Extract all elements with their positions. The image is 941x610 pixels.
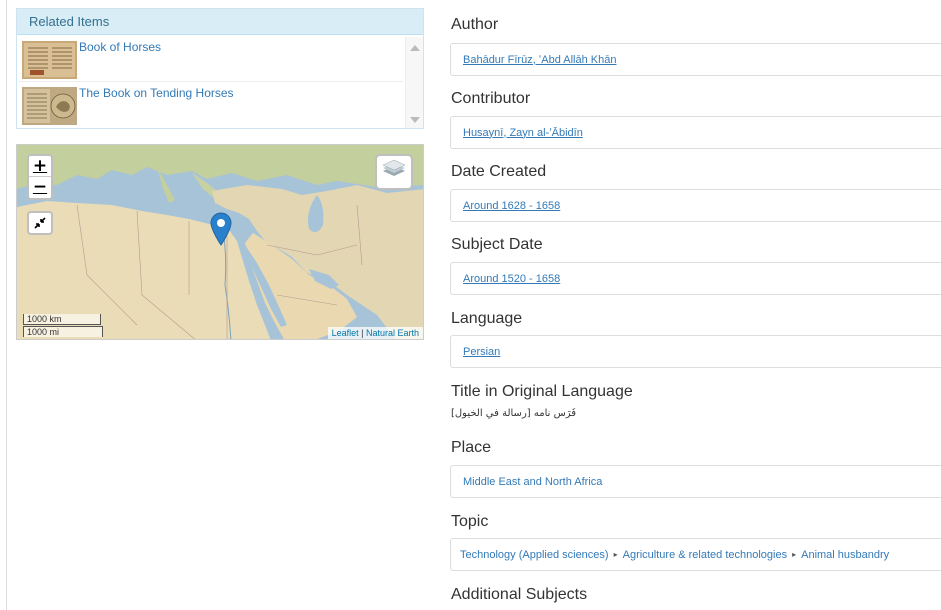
title-original-label: Title in Original Language bbox=[451, 383, 633, 400]
place-link[interactable]: Middle East and North Africa bbox=[463, 476, 602, 488]
date-created-link[interactable]: Around 1628 - 1658 bbox=[463, 200, 560, 212]
topic-link[interactable]: Animal husbandry bbox=[801, 549, 889, 561]
left-border bbox=[6, 0, 7, 610]
author-link[interactable]: Bahādur Fīrūz, ʻAbd Allāh Khān bbox=[463, 54, 616, 66]
title-original-value: فَرَس نامه [رسالة في الخيول] bbox=[451, 408, 577, 419]
additional-subjects-label: Additional Subjects bbox=[451, 586, 588, 603]
language-label: Language bbox=[451, 310, 523, 327]
date-created-box: Around 1628 - 1658 bbox=[450, 189, 941, 222]
language-link[interactable]: Persian bbox=[463, 346, 500, 358]
related-item-link[interactable]: Book of Horses bbox=[79, 40, 161, 54]
place-label: Place bbox=[451, 439, 492, 456]
zoom-control: + − bbox=[27, 154, 53, 200]
attribution-separator: | bbox=[361, 328, 364, 338]
author-box: Bahādur Fīrūz, ʻAbd Allāh Khān bbox=[450, 43, 941, 76]
topic-label: Topic bbox=[451, 513, 489, 530]
related-item[interactable]: Book of Horses bbox=[19, 37, 403, 82]
related-item-link[interactable]: The Book on Tending Horses bbox=[79, 86, 234, 100]
map-scale: 1000 km 1000 mi bbox=[23, 314, 103, 337]
place-box: Middle East and North Africa bbox=[450, 465, 941, 498]
related-items-scrollbar[interactable] bbox=[405, 37, 423, 128]
related-items-panel: Related Items Book of Horses The Book on… bbox=[16, 8, 424, 129]
map-attribution: Leaflet | Natural Earth bbox=[327, 327, 423, 339]
topic-link[interactable]: Agriculture & related technologies bbox=[623, 549, 787, 561]
location-map[interactable]: + − 1000 km 1000 mi Leaflet | Natural Ea… bbox=[16, 144, 424, 340]
contributor-box: Husaynī, Zayn al-ʻĀbidīn bbox=[450, 116, 941, 149]
topic-box: Technology (Applied sciences) ▸ Agricult… bbox=[450, 538, 941, 571]
scroll-up-arrow-icon[interactable] bbox=[410, 45, 420, 51]
subject-date-box: Around 1520 - 1658 bbox=[450, 262, 941, 295]
author-label: Author bbox=[451, 16, 499, 33]
contributor-link[interactable]: Husaynī, Zayn al-ʻĀbidīn bbox=[463, 127, 583, 139]
related-items-header: Related Items bbox=[17, 9, 423, 35]
scale-km: 1000 km bbox=[23, 314, 101, 325]
scale-mi: 1000 mi bbox=[23, 326, 103, 337]
related-item[interactable]: The Book on Tending Horses bbox=[19, 83, 403, 128]
zoom-in-button[interactable]: + bbox=[29, 156, 51, 177]
breadcrumb-separator-icon: ▸ bbox=[613, 550, 618, 559]
contributor-label: Contributor bbox=[451, 90, 531, 107]
map-marker-icon[interactable] bbox=[210, 212, 232, 246]
subject-date-label: Subject Date bbox=[451, 236, 543, 253]
layers-icon[interactable] bbox=[375, 154, 413, 190]
fullscreen-toggle-icon[interactable] bbox=[27, 211, 53, 235]
natural-earth-credit: Natural Earth bbox=[365, 328, 419, 338]
zoom-out-button[interactable]: − bbox=[29, 177, 51, 198]
book-thumbnail[interactable] bbox=[22, 41, 77, 79]
breadcrumb-separator-icon: ▸ bbox=[792, 550, 797, 559]
topic-link[interactable]: Technology (Applied sciences) bbox=[460, 549, 609, 561]
language-box: Persian bbox=[450, 335, 941, 368]
scroll-down-arrow-icon[interactable] bbox=[410, 117, 420, 123]
leaflet-link[interactable]: Leaflet bbox=[332, 328, 359, 338]
subject-date-link[interactable]: Around 1520 - 1658 bbox=[463, 273, 560, 285]
date-created-label: Date Created bbox=[451, 163, 547, 180]
book-thumbnail[interactable] bbox=[22, 87, 77, 125]
